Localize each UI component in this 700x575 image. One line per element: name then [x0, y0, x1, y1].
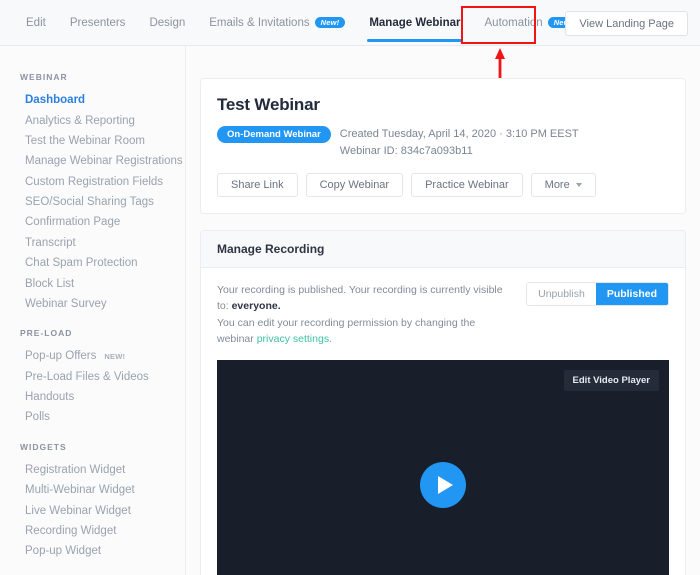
- sidebar-item-label: Registration Widget: [25, 463, 126, 476]
- webinar-id: Webinar ID: 834c7a093b11: [339, 144, 473, 157]
- tab-label: Emails & Invitations: [209, 16, 310, 29]
- sidebar-item-test-the-webinar-room[interactable]: Test the Webinar Room: [0, 131, 185, 151]
- tab-design[interactable]: Design: [137, 0, 197, 46]
- tab-manage-webinar[interactable]: Manage Webinar: [357, 0, 472, 46]
- sidebar-item-label: Custom Registration Fields: [25, 175, 164, 188]
- tab-edit[interactable]: Edit: [14, 0, 58, 46]
- sidebar-item-live-webinar-widget[interactable]: Live Webinar Widget: [0, 500, 185, 520]
- sidebar-item-label: Block List: [25, 277, 75, 290]
- sidebar-item-manage-webinar-registrations[interactable]: Manage Webinar Registrations: [0, 151, 185, 171]
- sidebar-item-confirmation-page[interactable]: Confirmation Page: [0, 212, 185, 232]
- published-button[interactable]: Published: [595, 283, 668, 305]
- sidebar-item-new-tag: NEW!: [104, 351, 126, 361]
- webinar-meta-row: On-Demand Webinar Created Tuesday, April…: [217, 126, 669, 159]
- sidebar-item-pop-up-widget[interactable]: Pop-up Widget: [0, 541, 185, 561]
- more-button[interactable]: More: [530, 173, 596, 197]
- sidebar-item-label: Live Webinar Widget: [25, 504, 131, 517]
- sidebar-section-widgets-header: WIDGETS: [20, 441, 67, 452]
- chevron-down-icon: [575, 183, 582, 187]
- tab-label: Design: [149, 16, 186, 29]
- webinar-created-date: Created Tuesday, April 14, 2020 · 3:10 P…: [339, 128, 579, 140]
- sidebar-item-label: Confirmation Page: [25, 216, 121, 229]
- tab-label: Edit: [26, 16, 46, 29]
- unpublish-button[interactable]: Unpublish: [527, 283, 596, 305]
- sidebar-item-registration-widget[interactable]: Registration Widget: [0, 460, 185, 480]
- webinar-meta-text: Created Tuesday, April 14, 2020 · 3:10 P…: [340, 126, 579, 159]
- view-landing-page-button[interactable]: View Landing Page: [565, 11, 688, 36]
- edit-video-player-button[interactable]: Edit Video Player: [563, 370, 659, 392]
- webinar-summary-card: Test Webinar On-Demand Webinar Created T…: [200, 78, 686, 214]
- sidebar-item-multi-webinar-widget[interactable]: Multi-Webinar Widget: [0, 480, 185, 500]
- sidebar-item-label: Webinar Survey: [25, 297, 107, 310]
- sidebar-section-preload-header: PRE-LOAD: [20, 328, 73, 339]
- manage-recording-body: Your recording is published. Your record…: [201, 268, 685, 575]
- sidebar-item-block-list[interactable]: Block List: [0, 273, 185, 293]
- sidebar-item-handouts[interactable]: Handouts: [0, 387, 185, 407]
- play-triangle-icon: [437, 476, 453, 495]
- sidebar-item-pre-load-files-videos[interactable]: Pre-Load Files & Videos: [0, 367, 185, 387]
- sidebar-item-seo-social-sharing-tags[interactable]: SEO/Social Sharing Tags: [0, 192, 185, 212]
- sidebar-item-chat-spam-protection[interactable]: Chat Spam Protection: [0, 253, 185, 273]
- video-player[interactable]: Edit Video Player: [217, 360, 669, 575]
- sidebar-item-analytics-reporting[interactable]: Analytics & Reporting: [0, 110, 185, 130]
- share-link-button[interactable]: Share Link: [217, 173, 298, 197]
- sidebar-item-label: Recording Widget: [25, 524, 117, 537]
- sidebar-item-webinar-survey[interactable]: Webinar Survey: [0, 294, 185, 314]
- sidebar-item-label: Multi-Webinar Widget: [25, 484, 135, 497]
- sidebar-item-label: Polls: [25, 411, 50, 424]
- manage-recording-header: Manage Recording: [201, 231, 685, 268]
- status-badge: On-Demand Webinar: [217, 126, 331, 143]
- sidebar-item-label: SEO/Social Sharing Tags: [25, 196, 154, 209]
- manage-recording-card: Manage Recording Your recording is publi…: [200, 230, 686, 575]
- sidebar-item-pop-up-offers[interactable]: Pop-up Offers NEW!: [0, 346, 185, 366]
- sidebar-item-label: Dashboard: [25, 94, 86, 107]
- sidebar-item-label: Pop-up Offers: [25, 350, 97, 363]
- new-badge: New!: [314, 16, 346, 29]
- sidebar-item-transcript[interactable]: Transcript: [0, 233, 185, 253]
- tab-emails-invitations[interactable]: Emails & Invitations New!: [197, 0, 357, 46]
- page-title: Test Webinar: [217, 95, 320, 114]
- sidebar-item-label: Transcript: [25, 236, 76, 249]
- publish-toggle[interactable]: Unpublish Published: [526, 282, 669, 306]
- sidebar-section-webinar-header: WEBINAR: [20, 72, 68, 82]
- sidebar-item-polls[interactable]: Polls: [0, 407, 185, 427]
- copy-webinar-button[interactable]: Copy Webinar: [305, 173, 404, 197]
- sidebar-item-custom-registration-fields[interactable]: Custom Registration Fields: [0, 172, 185, 192]
- sidebar-item-label: Pop-up Widget: [25, 545, 102, 558]
- play-icon[interactable]: [420, 462, 466, 509]
- tab-label: Manage Webinar: [369, 16, 461, 29]
- publish-status-row: Your recording is published. Your record…: [217, 282, 669, 347]
- practice-webinar-button[interactable]: Practice Webinar: [411, 173, 523, 197]
- page-root: Edit Presenters Design Emails & Invitati…: [0, 0, 700, 575]
- tab-label: Automation: [484, 16, 543, 29]
- privacy-settings-link[interactable]: privacy settings.: [257, 333, 332, 345]
- view-landing-page-label: View Landing Page: [579, 17, 674, 30]
- sidebar-item-label: Chat Spam Protection: [25, 257, 138, 270]
- sidebar-item-label: Handouts: [25, 391, 75, 404]
- sidebar: WEBINAR Dashboard Analytics & Reporting …: [0, 46, 186, 575]
- sidebar-item-recording-widget[interactable]: Recording Widget: [0, 521, 185, 541]
- tab-presenters[interactable]: Presenters: [58, 0, 138, 46]
- publish-status-text: Your recording is published. Your record…: [217, 282, 514, 347]
- share-link-label: Share Link: [231, 179, 284, 191]
- sidebar-item-label: Test the Webinar Room: [25, 134, 145, 147]
- publish-visibility-value: everyone.: [231, 300, 281, 313]
- practice-webinar-label: Practice Webinar: [425, 179, 509, 191]
- more-label: More: [544, 179, 570, 191]
- tab-label: Presenters: [69, 16, 126, 29]
- sidebar-item-label: Analytics & Reporting: [25, 114, 135, 127]
- sidebar-item-label: Manage Webinar Registrations: [25, 155, 183, 168]
- main-content: Test Webinar On-Demand Webinar Created T…: [186, 46, 700, 575]
- copy-webinar-label: Copy Webinar: [319, 179, 390, 191]
- sidebar-item-dashboard[interactable]: Dashboard: [0, 90, 185, 110]
- webinar-summary-body: Test Webinar On-Demand Webinar Created T…: [201, 79, 685, 213]
- top-navigation-bar: Edit Presenters Design Emails & Invitati…: [0, 0, 700, 46]
- webinar-action-buttons: Share Link Copy Webinar Practice Webinar…: [217, 173, 669, 197]
- sidebar-item-label: Pre-Load Files & Videos: [25, 370, 149, 383]
